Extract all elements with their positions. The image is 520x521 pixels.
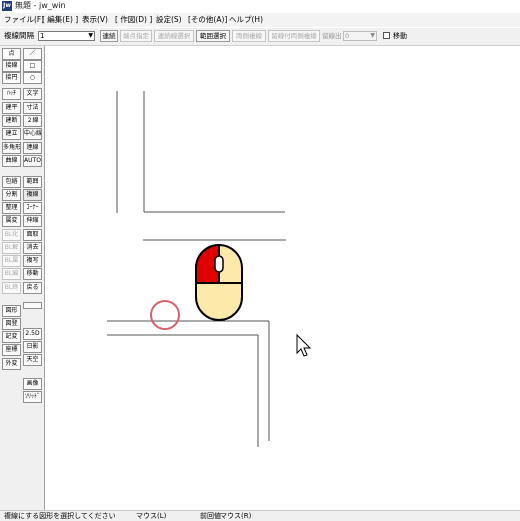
offset-distance-select[interactable]: 1 ▼ bbox=[38, 31, 95, 41]
menu-help[interactable]: ヘルプ(H) bbox=[229, 15, 263, 25]
tool-corner[interactable]: ｺｰﾅｰ bbox=[23, 202, 42, 214]
tool-center-line[interactable]: 中心線 bbox=[23, 128, 42, 140]
tool-section[interactable]: 建断 bbox=[2, 115, 21, 127]
tool-elevation[interactable]: 建立 bbox=[2, 128, 21, 140]
drawing-area bbox=[107, 91, 312, 447]
tool-external-change[interactable]: 外変 bbox=[2, 358, 21, 370]
tool-figure[interactable]: 図形 bbox=[2, 305, 21, 317]
tool-block-explode[interactable]: BL解 bbox=[2, 242, 21, 254]
tool-envelope[interactable]: 包絡 bbox=[2, 176, 21, 188]
menu-edit[interactable]: [ 編集(E) ] bbox=[42, 15, 78, 25]
tool-copy[interactable]: 複写 bbox=[23, 255, 42, 267]
tool-symbol-change[interactable]: 記変 bbox=[2, 331, 21, 343]
cap-offset-value: 0 bbox=[345, 32, 350, 40]
tool-polygon[interactable]: 多角形 bbox=[2, 142, 21, 154]
move-checkbox-label: 移動 bbox=[393, 32, 407, 40]
tool-block-edit[interactable]: BL編 bbox=[2, 268, 21, 280]
tool-undo[interactable]: 戻る bbox=[23, 282, 42, 294]
tool-figure-register[interactable]: 図登 bbox=[2, 318, 21, 330]
tool-attribute-change[interactable]: 属変 bbox=[2, 215, 21, 227]
tool-curve[interactable]: 曲線 bbox=[2, 155, 21, 167]
offset-distance-value: 1 bbox=[40, 32, 45, 40]
chain-select-button[interactable]: 連続線選択 bbox=[154, 30, 194, 42]
tool-point[interactable]: 点 bbox=[2, 48, 21, 60]
range-select-button[interactable]: 範囲選択 bbox=[196, 30, 230, 42]
tool-plan[interactable]: 建平 bbox=[2, 102, 21, 114]
tool-erase[interactable]: 消去 bbox=[23, 242, 42, 254]
tool-hatch[interactable]: ﾊｯﾁ bbox=[2, 88, 21, 100]
app-icon: Jw bbox=[2, 1, 12, 11]
tool-tangent[interactable]: 接線 bbox=[2, 60, 21, 72]
mouse-pointer-icon bbox=[296, 333, 312, 357]
capped-both-sides-offset-button[interactable]: 留線付両側複線 bbox=[268, 30, 320, 42]
cap-offset-label: 留線出 bbox=[322, 32, 342, 40]
tool-range[interactable]: 範囲 bbox=[23, 176, 42, 188]
tool-rectangle[interactable]: □ bbox=[23, 60, 42, 72]
tool-cleanup[interactable]: 整理 bbox=[2, 202, 21, 214]
tool-double-line[interactable]: ２線 bbox=[23, 115, 42, 127]
tool-coordinates[interactable]: 座標 bbox=[2, 344, 21, 356]
menu-other[interactable]: [その他(A)] bbox=[188, 15, 227, 25]
tool-connect[interactable]: 連線 bbox=[23, 142, 42, 154]
tool-block-attribute[interactable]: BL属 bbox=[2, 255, 21, 267]
tool-text[interactable]: 文字 bbox=[23, 88, 42, 100]
window-title: 無題 - jw_win bbox=[15, 1, 66, 10]
menu-view[interactable]: 表示(V) bbox=[82, 15, 108, 25]
tool-shadow[interactable]: 日影 bbox=[23, 341, 42, 353]
offset-distance-label: 複線間隔 bbox=[4, 31, 34, 40]
drawing-canvas[interactable] bbox=[44, 46, 520, 510]
tool-block-create[interactable]: BL化 bbox=[2, 229, 21, 241]
title-bar: Jw 無題 - jw_win bbox=[0, 0, 520, 12]
tool-stretch[interactable]: 伸縮 bbox=[23, 215, 42, 227]
tool-circle[interactable]: ○ bbox=[23, 72, 42, 84]
tool-solid[interactable]: ｿﾘｯﾄﾞ bbox=[23, 391, 42, 403]
tool-block-end[interactable]: BL終 bbox=[2, 282, 21, 294]
menu-settings[interactable]: 設定(S) bbox=[156, 15, 182, 25]
tool-divide[interactable]: 分割 bbox=[2, 189, 21, 201]
tool-offset[interactable]: 複線 bbox=[23, 189, 42, 201]
tool-tangent-circle[interactable]: 接円 bbox=[2, 72, 21, 84]
status-bar: 複線にする図形を選択してください マウス(L) 前回値 マウス(R) bbox=[0, 510, 520, 521]
tool-blank[interactable] bbox=[23, 302, 42, 309]
endpoint-button[interactable]: 端点指定 bbox=[120, 30, 152, 42]
dropdown-arrow-icon: ▼ bbox=[370, 32, 375, 39]
continuous-button[interactable]: 連続 bbox=[100, 30, 118, 42]
tool-2-5d[interactable]: 2.5D bbox=[23, 328, 42, 340]
menu-bar: ファイル(F) [ 編集(E) ] 表示(V) [ 作図(D) ] 設定(S) … bbox=[0, 13, 520, 27]
dropdown-arrow-icon: ▼ bbox=[88, 32, 93, 39]
tool-dimension[interactable]: 寸法 bbox=[23, 102, 42, 114]
menu-draw[interactable]: [ 作図(D) ] bbox=[115, 15, 152, 25]
tool-image[interactable]: 画像 bbox=[23, 378, 42, 390]
tool-palette: 点 接線 接円 ﾊｯﾁ 建平 建断 建立 多角形 曲線 包絡 分割 整理 属変 … bbox=[0, 46, 44, 510]
mouse-left-click-icon bbox=[195, 243, 243, 321]
cap-offset-select[interactable]: 0 ▼ bbox=[343, 31, 377, 41]
menu-file[interactable]: ファイル(F) bbox=[4, 15, 44, 25]
tool-move[interactable]: 移動 bbox=[23, 268, 42, 280]
both-sides-offset-button[interactable]: 両側複線 bbox=[232, 30, 266, 42]
tool-line[interactable]: ／ bbox=[23, 48, 42, 60]
tool-options-bar: 複線間隔 1 ▼ 連続 端点指定 連続線選択 範囲選択 両側複線 留線付両側複線… bbox=[0, 28, 520, 46]
tool-chamfer[interactable]: 面取 bbox=[23, 229, 42, 241]
move-checkbox[interactable] bbox=[383, 32, 390, 39]
tool-auto[interactable]: AUTO bbox=[23, 155, 42, 167]
tool-sky[interactable]: 天空 bbox=[23, 354, 42, 366]
cursor-ring-icon bbox=[150, 300, 180, 330]
